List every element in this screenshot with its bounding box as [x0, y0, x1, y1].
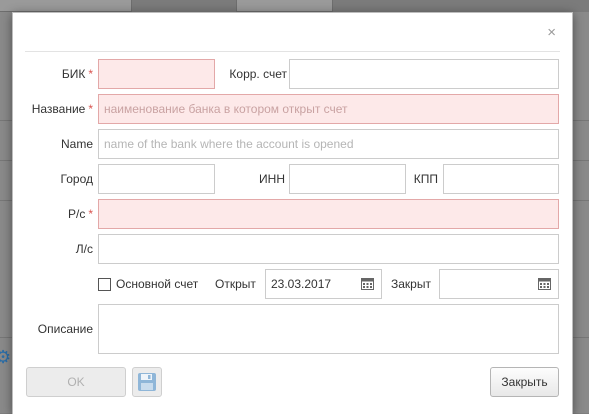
main-account-label: Основной счет [116, 277, 199, 291]
calendar-icon[interactable] [538, 278, 551, 290]
close-button[interactable]: Закрыть [490, 367, 559, 397]
ok-button[interactable]: OK [26, 367, 126, 397]
opened-label: Открыт [215, 277, 256, 291]
city-field[interactable] [98, 164, 215, 194]
background-control [236, 0, 333, 12]
closed-label: Закрыт [391, 277, 431, 291]
name-en-field[interactable] [98, 129, 559, 159]
close-icon[interactable]: × [547, 25, 556, 41]
bik-field[interactable] [98, 59, 215, 89]
opened-date-field[interactable] [265, 269, 382, 299]
city-label: Город [60, 172, 93, 186]
name-ru-label: Название * [31, 102, 93, 116]
closed-date-input[interactable] [440, 270, 540, 298]
inn-label: ИНН [259, 172, 285, 186]
korr-account-field[interactable] [289, 59, 559, 89]
main-account-checkbox-group[interactable]: Основной счет [98, 269, 198, 299]
floppy-disk-icon [138, 373, 156, 391]
description-field[interactable] [98, 304, 559, 354]
kpp-field[interactable] [443, 164, 559, 194]
name-en-label: Name [60, 137, 93, 151]
bik-label: БИК * [61, 67, 93, 81]
ls-label: Л/с [75, 242, 93, 256]
description-label: Описание [37, 322, 93, 336]
background-control [0, 0, 132, 12]
name-ru-field[interactable] [98, 94, 559, 124]
closed-date-field[interactable] [439, 269, 559, 299]
inn-field[interactable] [289, 164, 406, 194]
calendar-icon[interactable] [361, 278, 374, 290]
gear-icon: ⚙ [0, 347, 12, 367]
kpp-label: КПП [413, 172, 438, 186]
korr-account-label: Корр. счет [229, 67, 287, 81]
main-account-checkbox[interactable] [98, 277, 111, 291]
opened-date-input[interactable] [266, 270, 366, 298]
rs-field[interactable] [98, 199, 559, 229]
save-button[interactable] [132, 367, 162, 397]
rs-label: Р/с * [67, 207, 93, 221]
bank-account-dialog: × БИК* Корр. счет Название* Name Город И… [12, 12, 573, 414]
header-divider [25, 51, 560, 52]
ls-field[interactable] [98, 234, 559, 264]
